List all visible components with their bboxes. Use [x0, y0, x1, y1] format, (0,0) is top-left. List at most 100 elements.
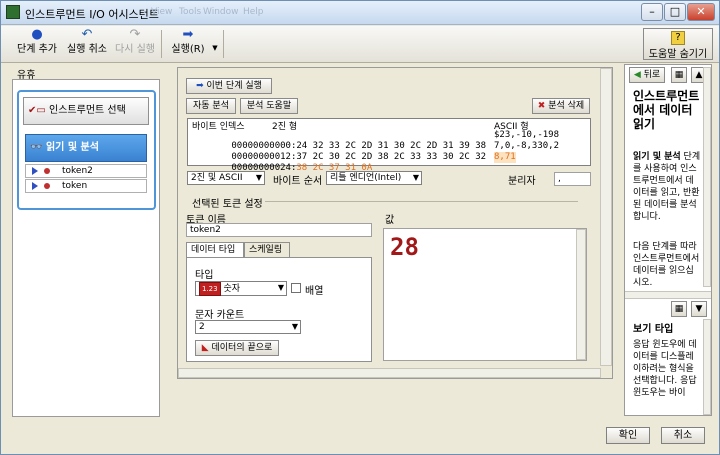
- step-sequence-panel: ✔▭ 인스트루먼트 선택 👓 읽기 및 분석 token2 token: [12, 79, 160, 417]
- add-step-button[interactable]: ● 단계 추가: [13, 28, 61, 56]
- undo-button[interactable]: ↶ 실행 취소: [63, 28, 111, 56]
- hex-row: 00000000000:24 32 33 2C 2D 31 30 2C 2D 3…: [188, 130, 486, 151]
- array-checkbox[interactable]: [291, 283, 301, 293]
- toolbar-separator: [223, 30, 224, 58]
- help-paragraph: 읽기 및 분석 단계를 사용하여 인스트루먼트에서 데이터를 읽고, 반환된 데…: [633, 151, 701, 223]
- ascii-cell: 7,0,-8,330,2: [494, 141, 560, 151]
- help-icon: ?: [671, 31, 685, 45]
- expand-help-button[interactable]: ▼: [691, 301, 707, 317]
- array-label: 배열: [305, 286, 324, 297]
- step-config-panel: ➡ 이번 단계 실행 자동 분석 분석 도움말 ✖ 분석 삭제 바이트 인덱스 …: [177, 67, 613, 379]
- type-label: 타입: [195, 270, 214, 281]
- glasses-icon: 👓: [30, 142, 43, 153]
- byte-order-value: 리틀 엔디언(Intel): [330, 173, 402, 183]
- tab-data-type[interactable]: 데이터 타입: [186, 242, 244, 257]
- byte-order-select[interactable]: 리틀 엔디언(Intel) ▼: [326, 171, 422, 185]
- maximize-button[interactable]: □: [664, 3, 686, 21]
- close-button[interactable]: ✕: [687, 3, 715, 21]
- delete-x-icon: ✖: [537, 101, 546, 111]
- run-arrow-icon: ➡: [196, 81, 204, 91]
- undo-label: 실행 취소: [67, 44, 107, 55]
- pin-help-button-2[interactable]: ▦: [671, 301, 687, 317]
- auto-parse-button[interactable]: 자동 분석: [186, 98, 236, 114]
- tab-scaling[interactable]: 스케일링: [244, 242, 290, 257]
- token-arrow-icon: [32, 182, 38, 190]
- help-paragraph: 다음 단계를 따라 인스트루먼트에서 데이터를 읽으십시오.: [633, 242, 700, 288]
- back-label: 뒤로: [643, 70, 661, 80]
- chevron-down-icon: ▼: [291, 322, 298, 331]
- toolbar-separator: [161, 30, 162, 58]
- token-item[interactable]: token2: [25, 164, 147, 178]
- type-value: 숫자: [223, 284, 241, 294]
- char-count-value: 2: [199, 322, 205, 332]
- main-vertical-scrollbar[interactable]: [600, 68, 612, 366]
- back-button[interactable]: ◀ 뒤로: [629, 67, 665, 83]
- hide-help-label: 도움말 숨기기: [648, 49, 708, 60]
- add-circle-icon: ●: [31, 27, 43, 42]
- token-arrow-icon: [32, 167, 38, 175]
- char-count-label: 문자 카운트: [195, 310, 245, 321]
- window-title: 인스트루먼트 I/O 어시스턴트: [25, 8, 159, 21]
- run-label: 실행(R): [171, 44, 205, 55]
- delete-parse-button[interactable]: ✖ 분석 삭제: [532, 98, 590, 114]
- add-step-label: 단계 추가: [17, 44, 57, 55]
- step-select-instrument[interactable]: ✔▭ 인스트루먼트 선택: [23, 97, 149, 125]
- token-dot-icon: [44, 183, 50, 189]
- display-mode-select[interactable]: 2진 및 ASCII ▼: [187, 171, 265, 185]
- hex-row: 00000000012:37 2C 30 2C 2D 38 2C 33 33 3…: [188, 141, 486, 162]
- redo-label: 다시 실행: [115, 44, 155, 55]
- ghost-menu-item: Help: [243, 7, 264, 17]
- char-count-select[interactable]: 2 ▼: [195, 320, 301, 334]
- display-mode-value: 2진 및 ASCII: [191, 173, 243, 183]
- help-text: 단계를 사용하여 인스트루먼트에서 데이터를 읽고, 반환된 데이터를 분석합니…: [633, 152, 701, 222]
- separator-label: 분리자: [508, 176, 536, 187]
- step-label: 인스트루먼트 선택: [49, 105, 126, 116]
- token-value: 28: [390, 233, 419, 261]
- token-dot-icon: [44, 168, 50, 174]
- end-of-data-button[interactable]: ◣ 데이터의 끝으로: [195, 340, 279, 356]
- value-display: 28: [383, 228, 587, 361]
- pin-help-button[interactable]: ▦: [671, 67, 687, 83]
- title-bar[interactable]: 인스트루먼트 I/O 어시스턴트 View Tools Window Help …: [1, 1, 719, 25]
- back-arrow-icon: ◀: [633, 70, 641, 80]
- help-scrollbar-2[interactable]: [703, 319, 711, 415]
- undo-icon: ↶: [81, 27, 93, 42]
- separator-field[interactable]: ,: [554, 172, 591, 186]
- run-this-step-button[interactable]: ➡ 이번 단계 실행: [186, 78, 272, 94]
- group-label: 선택된 토큰 설정: [190, 195, 265, 210]
- help-scrollbar[interactable]: [703, 67, 711, 287]
- value-scrollbar[interactable]: [576, 229, 586, 360]
- value-label: 값: [385, 215, 395, 226]
- help-title: 인스트루먼트에서 데이터 읽기: [633, 89, 700, 131]
- ghost-menu-item: Window: [203, 7, 239, 17]
- main-horizontal-scrollbar[interactable]: [178, 368, 601, 378]
- ok-button[interactable]: 확인: [606, 427, 650, 444]
- chevron-down-icon: ▼: [255, 173, 262, 182]
- chevron-down-icon: ▼: [212, 44, 218, 52]
- ascii-cell: 8,71: [494, 152, 516, 163]
- token-name-field[interactable]: token2: [186, 223, 372, 237]
- chevron-down-icon: ▼: [412, 173, 419, 182]
- minimize-button[interactable]: –: [641, 3, 663, 21]
- parse-help-button[interactable]: 분석 도움말: [240, 98, 298, 114]
- arrow-icon: ◣: [201, 343, 209, 353]
- help-splitter[interactable]: [625, 291, 711, 299]
- run-this-step-label: 이번 단계 실행: [206, 81, 262, 91]
- byte-order-label: 바이트 순서: [273, 176, 323, 187]
- run-dropdown[interactable]: ▼: [210, 42, 220, 54]
- type-select[interactable]: 1.23 숫자 ▼: [195, 281, 287, 296]
- token-item[interactable]: token: [25, 179, 147, 193]
- run-button[interactable]: ➡ 실행(R): [167, 28, 209, 56]
- hide-help-button[interactable]: ? 도움말 숨기기: [643, 28, 713, 60]
- ghost-menu-item: View: [151, 7, 173, 17]
- step-label: 읽기 및 분석: [45, 142, 99, 153]
- cancel-button[interactable]: 취소: [661, 427, 705, 444]
- ascii-cell: $23,-10,-198: [494, 130, 560, 140]
- app-icon: [6, 5, 20, 19]
- step-frame: ✔▭ 인스트루먼트 선택 👓 읽기 및 분석 token2 token: [17, 90, 156, 210]
- step-read-parse[interactable]: 👓 읽기 및 분석: [25, 134, 147, 162]
- hex-row: 00000000024:38 2C 37 31 0A: [188, 152, 372, 173]
- numeric-type-icon: 1.23: [199, 282, 221, 296]
- redo-button[interactable]: ↷ 다시 실행: [111, 28, 159, 56]
- response-hex-view[interactable]: 바이트 인덱스 2진 형 ASCII 형 00000000000:24 32 3…: [187, 118, 591, 173]
